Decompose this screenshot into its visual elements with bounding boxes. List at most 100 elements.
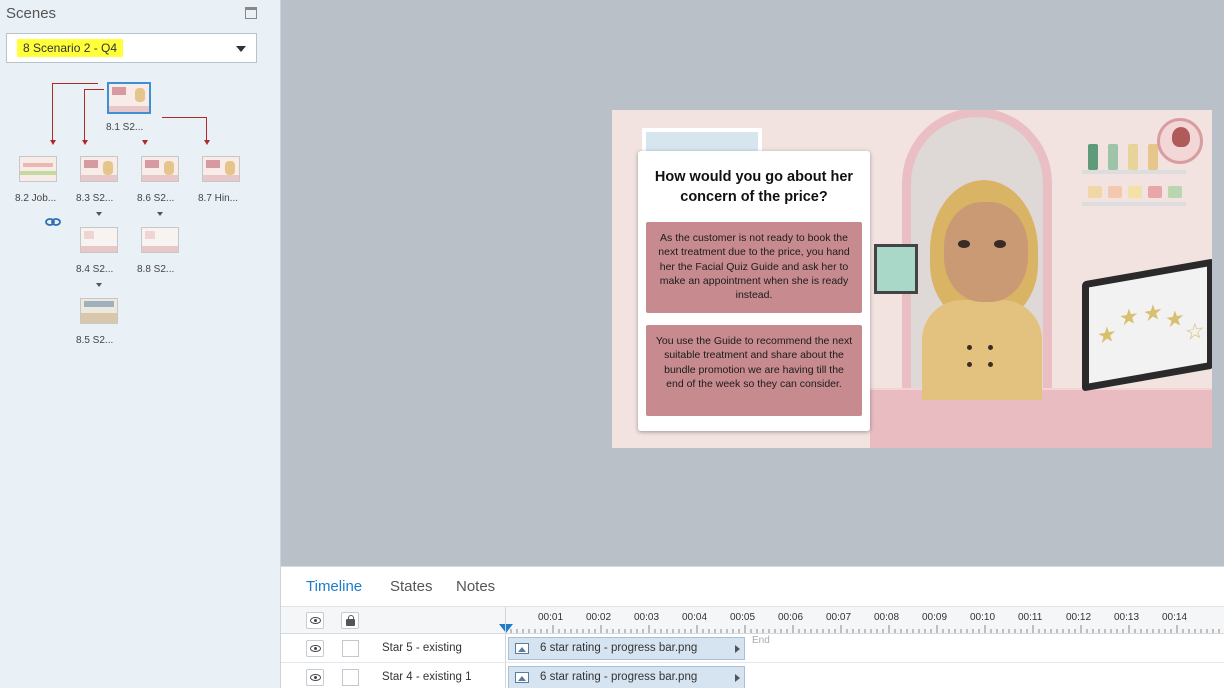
slide-thumbnail-8-4[interactable] xyxy=(80,227,118,253)
slide-label: 8.7 Hin... xyxy=(198,193,239,204)
row-visibility-toggle[interactable] xyxy=(306,640,324,657)
shelf-illustration xyxy=(1082,202,1186,206)
star-icon: ★ xyxy=(1165,304,1185,334)
star-outline-icon: ☆ xyxy=(1185,316,1205,346)
image-icon xyxy=(515,643,529,654)
arrow-down-icon xyxy=(50,140,56,145)
slide-thumbnail-8-5[interactable] xyxy=(80,298,118,324)
eye-icon xyxy=(310,674,321,681)
slide-thumbnail-8-8[interactable] xyxy=(141,227,179,253)
character-eye xyxy=(994,240,1006,248)
avatar-icon xyxy=(1157,118,1203,164)
lock-icon xyxy=(346,615,355,626)
slide-label: 8.8 S2... xyxy=(137,264,175,275)
toggle-lock-all-button[interactable] xyxy=(341,612,359,629)
question-card: How would you go about her concern of th… xyxy=(638,151,870,431)
arrow-down-icon xyxy=(82,140,88,145)
bar-label: 6 star rating - progress bar.png xyxy=(540,642,698,654)
timeline-row[interactable]: Star 5 - existing 6 star rating - progre… xyxy=(281,634,1224,663)
slide-label: 8.2 Job... xyxy=(15,193,57,204)
coat-button xyxy=(967,362,972,367)
scene-dropdown-value: 8 Scenario 2 - Q4 xyxy=(17,39,124,57)
monitor-illustration: ★ ★ ★ ★ ☆ xyxy=(1082,258,1212,392)
timeline-row[interactable]: Star 4 - existing 1 6 star rating - prog… xyxy=(281,663,1224,688)
bottle-illustration xyxy=(1148,144,1158,170)
scenes-panel: Scenes 8 Scenario 2 - Q4 8.1 S2... 8.2 J… xyxy=(0,0,281,688)
eye-icon xyxy=(310,617,321,624)
branch-connector xyxy=(206,117,207,142)
time-tick-label: 00:11 xyxy=(1018,612,1043,623)
expand-arrow-icon[interactable] xyxy=(96,212,102,216)
time-tick-label: 00:03 xyxy=(634,612,660,623)
expand-arrow-icon[interactable] xyxy=(157,212,163,216)
coat-button xyxy=(988,362,993,367)
playhead-handle[interactable] xyxy=(499,624,513,633)
link-icon xyxy=(45,218,61,226)
row-object-name: Star 4 - existing 1 xyxy=(382,671,472,683)
slide-label: 8.4 S2... xyxy=(76,264,114,275)
tab-states[interactable]: States xyxy=(390,578,433,595)
character-body xyxy=(922,300,1042,400)
jar-illustration xyxy=(1108,186,1122,198)
end-marker-label: End xyxy=(752,635,770,646)
app-window: Scenes 8 Scenario 2 - Q4 8.1 S2... 8.2 J… xyxy=(0,0,1224,688)
timeline-tabs: Timeline States Notes xyxy=(281,567,1224,607)
timeline-object-bar[interactable]: 6 star rating - progress bar.png xyxy=(508,666,745,688)
scene-dropdown[interactable]: 8 Scenario 2 - Q4 xyxy=(6,33,257,63)
character-eye xyxy=(958,240,970,248)
answer-option-2[interactable]: You use the Guide to recommend the next … xyxy=(646,325,862,416)
bottle-illustration xyxy=(1108,144,1118,170)
time-tick-label: 00:05 xyxy=(730,612,756,623)
character-face xyxy=(944,202,1028,302)
slide-label: 8.1 S2... xyxy=(106,122,144,133)
restore-panel-icon[interactable] xyxy=(245,7,257,19)
coat-button xyxy=(988,345,993,350)
slide-thumbnail-8-2[interactable] xyxy=(19,156,57,182)
star-icon: ★ xyxy=(1143,298,1163,327)
slide-thumbnail-8-1[interactable] xyxy=(107,82,151,114)
time-tick-label: 00:02 xyxy=(586,612,612,623)
branch-connector xyxy=(52,83,53,142)
timeline-panel: Timeline States Notes 00:01 00:02 00:03 00:… xyxy=(281,566,1224,688)
slide-label: 8.3 S2... xyxy=(76,193,114,204)
time-tick-label: 00:04 xyxy=(682,612,708,623)
arrow-down-icon xyxy=(204,140,210,145)
row-visibility-toggle[interactable] xyxy=(306,669,324,686)
shelf-illustration xyxy=(1082,170,1186,174)
jar-illustration xyxy=(1128,186,1142,198)
expand-right-icon[interactable] xyxy=(735,645,740,653)
row-lock-checkbox[interactable] xyxy=(342,669,359,686)
slide-thumbnail-8-6[interactable] xyxy=(141,156,179,182)
time-tick-label: 00:14 xyxy=(1162,612,1188,623)
slide-thumbnail-8-7[interactable] xyxy=(202,156,240,182)
expand-right-icon[interactable] xyxy=(735,674,740,682)
time-tick-label: 00:09 xyxy=(922,612,948,623)
star-icon: ★ xyxy=(1119,302,1139,332)
slide-canvas: ★ ★ ★ ★ ☆ How would you go about her con… xyxy=(281,0,1224,566)
tab-timeline[interactable]: Timeline xyxy=(306,578,362,595)
jar-illustration xyxy=(1088,186,1102,198)
timeline-object-bar[interactable]: 6 star rating - progress bar.png xyxy=(508,637,745,660)
branch-connector xyxy=(52,83,98,84)
branch-connector xyxy=(84,89,85,142)
row-object-name: Star 5 - existing xyxy=(382,642,462,654)
jar-illustration xyxy=(1148,186,1162,198)
chevron-down-icon xyxy=(236,46,246,52)
tab-notes[interactable]: Notes xyxy=(456,578,495,595)
question-text: How would you go about her concern of th… xyxy=(654,169,854,205)
ruler-ticks xyxy=(505,625,1220,633)
slide-thumbnail-8-3[interactable] xyxy=(80,156,118,182)
expand-arrow-icon[interactable] xyxy=(96,283,102,287)
image-icon xyxy=(515,672,529,683)
jar-illustration xyxy=(1168,186,1182,198)
time-tick-label: 00:08 xyxy=(874,612,900,623)
time-tick-label: 00:13 xyxy=(1114,612,1140,623)
row-lock-checkbox[interactable] xyxy=(342,640,359,657)
coat-button xyxy=(967,345,972,350)
toggle-visibility-all-button[interactable] xyxy=(306,612,324,629)
arrow-down-icon xyxy=(142,140,148,145)
answer-option-1[interactable]: As the customer is not ready to book the… xyxy=(646,222,862,313)
eye-icon xyxy=(310,645,321,652)
star-icon: ★ xyxy=(1097,320,1117,349)
slide-stage[interactable]: ★ ★ ★ ★ ☆ How would you go about her con… xyxy=(612,110,1212,448)
